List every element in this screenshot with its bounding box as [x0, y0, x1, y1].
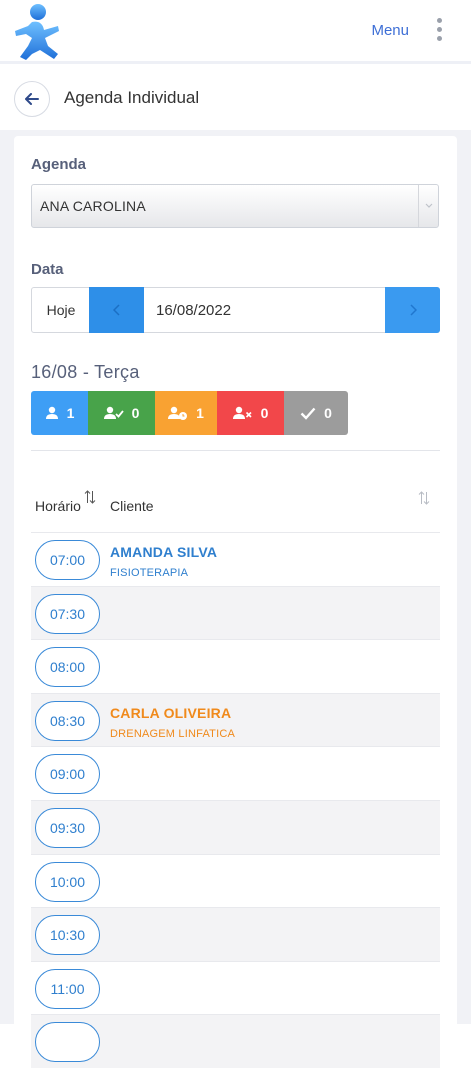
time-slot-button[interactable]: 08:30: [35, 700, 100, 741]
date-label: Data: [31, 261, 64, 278]
client-name[interactable]: AMANDA SILVA: [110, 544, 217, 560]
table-row[interactable]: 08:00: [31, 639, 440, 693]
table-row[interactable]: 08:30 CARLA OLIVEIRA DRENAGEM LINFATICA: [31, 692, 440, 747]
user-times-icon: [232, 406, 252, 419]
sort-icon[interactable]: [84, 489, 96, 505]
agenda-select[interactable]: ANA CAROLINA: [31, 184, 439, 228]
chevron-down-icon: [418, 185, 438, 227]
time-slot-button[interactable]: 11:00: [35, 968, 100, 1009]
day-title: 16/08 - Terça: [31, 362, 140, 382]
time-slot-button[interactable]: 07:00: [35, 540, 100, 580]
user-check-icon: [103, 406, 124, 419]
table-row[interactable]: 11:00: [31, 960, 440, 1015]
time-slot-button[interactable]: [35, 1022, 100, 1063]
counter-value: 1: [66, 405, 75, 421]
today-button[interactable]: Hoje: [32, 288, 90, 332]
chevron-left-icon: [112, 304, 120, 316]
time-slot-button[interactable]: 07:30: [35, 593, 100, 634]
counter-scheduled[interactable]: 1: [31, 391, 88, 435]
table-row[interactable]: [31, 1014, 440, 1068]
user-clock-icon: [168, 406, 188, 420]
page-header: Agenda Individual: [0, 67, 471, 129]
status-counters: 1 0 1 0 0: [31, 391, 348, 435]
check-icon: [300, 407, 316, 420]
agenda-select-value: ANA CAROLINA: [40, 198, 146, 214]
agenda-label: Agenda: [31, 156, 87, 173]
counter-confirmed[interactable]: 0: [88, 391, 155, 435]
table-row[interactable]: 10:00: [31, 853, 440, 908]
divider: [31, 450, 440, 451]
client-name[interactable]: CARLA OLIVEIRA: [110, 705, 231, 721]
previous-day-button[interactable]: [89, 287, 144, 333]
counter-value: 1: [196, 405, 204, 421]
column-header-client[interactable]: Cliente: [110, 498, 154, 514]
counter-value: 0: [324, 405, 332, 421]
date-input[interactable]: 16/08/2022: [156, 302, 231, 319]
counter-waiting[interactable]: 1: [155, 391, 217, 435]
time-slot-button[interactable]: 09:00: [35, 754, 100, 795]
counter-done[interactable]: 0: [284, 391, 348, 435]
kebab-menu-icon[interactable]: [435, 18, 443, 44]
page-title: Agenda Individual: [64, 88, 200, 107]
time-slot-button[interactable]: 10:00: [35, 861, 100, 902]
time-slot-button[interactable]: 09:30: [35, 807, 100, 848]
table-row[interactable]: 10:30: [31, 907, 440, 961]
counter-missed[interactable]: 0: [217, 391, 284, 435]
client-service: DRENAGEM LINFATICA: [110, 727, 236, 740]
schedule-table: 07:00 AMANDA SILVA FISIOTERAPIA 07:30 08…: [31, 532, 440, 1068]
client-service: FISIOTERAPIA: [110, 567, 189, 579]
logo-icon[interactable]: [12, 2, 62, 62]
time-slot-button[interactable]: 10:30: [35, 915, 100, 956]
chevron-right-icon: [409, 304, 417, 316]
back-button[interactable]: [14, 81, 50, 117]
table-row[interactable]: 09:30: [31, 799, 440, 854]
sort-icon[interactable]: [418, 490, 430, 506]
arrow-left-icon: [25, 93, 39, 105]
menu-link[interactable]: Menu: [371, 22, 409, 39]
table-row[interactable]: 07:30: [31, 585, 440, 640]
top-bar: Menu: [0, 0, 471, 64]
counter-value: 0: [131, 405, 140, 421]
date-picker: Hoje 16/08/2022: [31, 287, 440, 333]
time-slot-button[interactable]: 08:00: [35, 647, 100, 688]
next-day-button[interactable]: [385, 287, 440, 333]
column-header-time[interactable]: Horário: [35, 498, 81, 514]
user-icon: [45, 406, 58, 419]
table-row[interactable]: 09:00: [31, 746, 440, 800]
table-row[interactable]: 07:00 AMANDA SILVA FISIOTERAPIA: [31, 532, 440, 586]
counter-value: 0: [260, 405, 269, 421]
